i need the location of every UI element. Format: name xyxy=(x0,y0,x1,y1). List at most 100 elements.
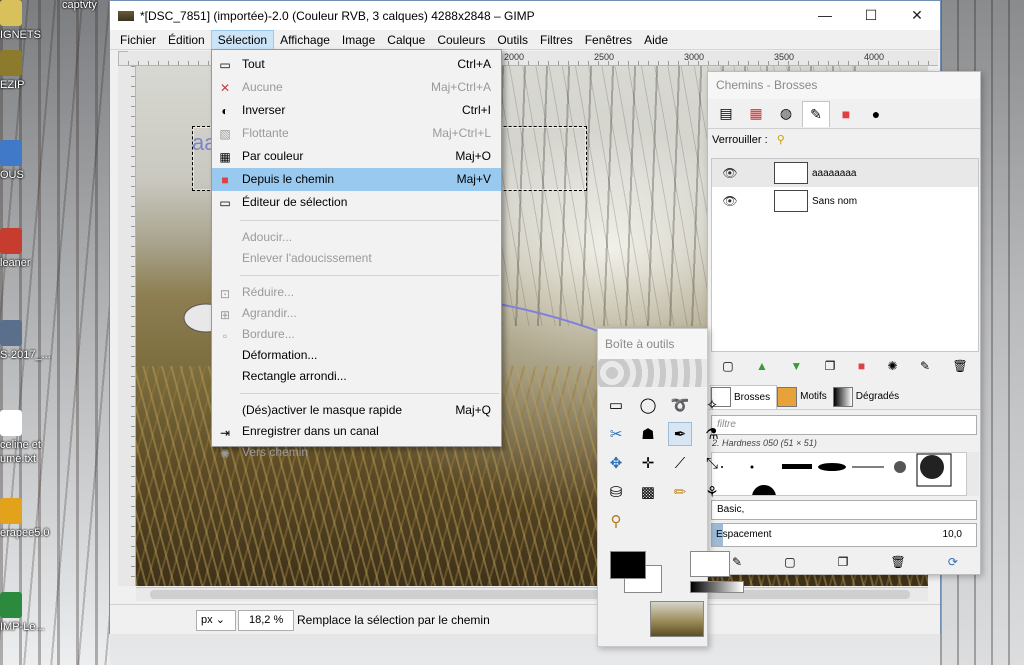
selection-menu-item[interactable]: ✕ Aucune Maj+Ctrl+A xyxy=(212,76,501,99)
tab-brushes[interactable]: ● xyxy=(862,101,890,127)
lock-icon[interactable]: ⚲ xyxy=(777,134,785,146)
menu-10[interactable]: Aide xyxy=(638,30,674,50)
selection-to-path-icon[interactable]: ✺ xyxy=(888,359,898,373)
transform-tool-icon[interactable]: ⤡ xyxy=(700,451,724,475)
pencil-tool-icon[interactable]: ✏ xyxy=(668,480,692,504)
tab-layers[interactable]: ▤ xyxy=(712,101,740,127)
desktop-label-captvty[interactable]: captvty xyxy=(62,0,112,12)
selection-menu-item[interactable]: ▭ Éditeur de sélection xyxy=(212,191,501,214)
zoom-select[interactable]: 18,2 % xyxy=(238,610,294,631)
close-button[interactable]: ✕ xyxy=(894,1,940,30)
move-tool-icon[interactable]: ✥ xyxy=(604,451,628,475)
duplicate-path-icon[interactable]: ❐ xyxy=(825,359,836,373)
brush-filter-input[interactable]: filtre xyxy=(711,415,977,435)
active-gradient-preview[interactable] xyxy=(690,581,744,593)
selection-menu-item[interactable]: ▭ Tout Ctrl+A xyxy=(212,53,501,76)
duplicate-brush-icon[interactable]: ❐ xyxy=(838,555,849,569)
foreground-select-tool-icon[interactable]: ☗ xyxy=(636,422,660,446)
selection-menu-item[interactable]: ▦ Par couleur Maj+O xyxy=(212,145,501,168)
menu-5[interactable]: Calque xyxy=(381,30,431,50)
eye-icon[interactable]: 👁 xyxy=(712,166,748,180)
bucket-fill-tool-icon[interactable]: ⛁ xyxy=(604,480,628,504)
maximize-button[interactable]: ☐ xyxy=(848,1,894,30)
new-brush-icon[interactable]: ▢ xyxy=(784,555,795,569)
lasso-tool-icon[interactable]: ➰ xyxy=(668,393,692,417)
clone-tool-icon[interactable]: ⚘ xyxy=(700,480,724,504)
selection-menu-item[interactable]: (Dés)activer le masque rapide Maj+Q xyxy=(212,400,501,421)
stamp-tool-icon[interactable]: ⚲ xyxy=(604,509,628,533)
tab-colors[interactable]: ■ xyxy=(832,101,860,127)
tab-paths[interactable]: ✎ xyxy=(802,100,830,127)
path-name[interactable]: Sans nom xyxy=(812,196,857,207)
path-to-selection-icon[interactable]: ■ xyxy=(858,359,865,373)
tab-undo[interactable]: ◍ xyxy=(772,101,800,127)
selection-menu-item[interactable]: ⇥ Enregistrer dans un canal xyxy=(212,421,501,442)
menu-0[interactable]: Fichier xyxy=(114,30,162,50)
brush-preset-select[interactable]: Basic, xyxy=(711,500,977,520)
selection-menu-item[interactable]: ⊞ Agrandir... xyxy=(212,303,501,324)
delete-path-icon[interactable]: 🗑 xyxy=(953,359,968,373)
new-path-icon[interactable]: ▢ xyxy=(722,359,733,373)
active-brush-preview[interactable] xyxy=(690,551,730,577)
desktop-icon[interactable]: OUS xyxy=(0,140,60,182)
tab-channels[interactable]: ▦ xyxy=(742,101,770,127)
horizontal-scrollbar[interactable] xyxy=(136,587,928,601)
brush-tab[interactable]: Dégradés xyxy=(832,385,905,409)
selection-menu-item[interactable]: ▧ Flottante Maj+Ctrl+L xyxy=(212,122,501,145)
menu-4[interactable]: Image xyxy=(336,30,381,50)
rect-select-tool-icon[interactable]: ▭ xyxy=(604,393,628,417)
menu-1[interactable]: Édition xyxy=(162,30,211,50)
menu-9[interactable]: Fenêtres xyxy=(579,30,638,50)
menu-7[interactable]: Outils xyxy=(491,30,534,50)
brush-scrollbar[interactable] xyxy=(967,452,979,496)
eye-icon[interactable]: 👁 xyxy=(712,194,748,208)
lower-path-icon[interactable]: ▼ xyxy=(790,359,802,373)
menu-6[interactable]: Couleurs xyxy=(431,30,491,50)
desktop-icon[interactable]: leaner xyxy=(0,228,60,270)
edit-brush-icon[interactable]: ✎ xyxy=(732,555,742,569)
scrollbar-thumb[interactable] xyxy=(150,590,910,599)
active-image-thumbnail[interactable] xyxy=(650,601,704,637)
selection-menu-item[interactable]: ⊡ Réduire... xyxy=(212,282,501,303)
fg-bg-colors[interactable] xyxy=(610,551,664,595)
selection-menu-item[interactable]: Adoucir... xyxy=(212,227,501,248)
delete-brush-icon[interactable]: 🗑 xyxy=(891,555,906,569)
desktop-icon[interactable]: S-2017_... xyxy=(0,320,60,362)
vertical-ruler[interactable] xyxy=(118,66,136,586)
desktop-icon[interactable]: celine et ume.txt xyxy=(0,410,60,466)
path-row[interactable]: 👁 Sans nom xyxy=(712,187,978,215)
path-name[interactable]: aaaaaaaa xyxy=(812,168,857,179)
color-picker-tool-icon[interactable]: ⚗ xyxy=(700,422,724,446)
selection-menu-item[interactable]: Déformation... xyxy=(212,345,501,366)
selection-menu-item[interactable]: Enlever l'adoucissement xyxy=(212,248,501,269)
menu-3[interactable]: Affichage xyxy=(274,30,336,50)
unit-select[interactable]: px ⌄ xyxy=(196,610,236,631)
menu-2[interactable]: Sélection xyxy=(210,29,275,50)
minimize-button[interactable]: — xyxy=(802,1,848,30)
desktop-icon[interactable]: IGNETS xyxy=(0,0,60,42)
foreground-color-swatch[interactable] xyxy=(610,551,646,579)
gradient-tool-icon[interactable]: ▩ xyxy=(636,480,660,504)
ellipse-select-tool-icon[interactable]: ◯ xyxy=(636,393,660,417)
raise-path-icon[interactable]: ▲ xyxy=(756,359,768,373)
selection-menu-item[interactable]: ◐ Inverser Ctrl+I xyxy=(212,99,501,122)
desktop-icon[interactable]: EZIP xyxy=(0,50,60,92)
selection-menu-item[interactable]: ✺ Vers chemin xyxy=(212,442,501,463)
selection-menu-item[interactable]: ■ Depuis le chemin Maj+V xyxy=(212,168,501,191)
path-row[interactable]: 👁 aaaaaaaa xyxy=(712,159,978,187)
fuzzy-select-tool-icon[interactable]: ✧ xyxy=(700,393,724,417)
selection-menu-item[interactable]: ▫ Bordure... xyxy=(212,324,501,345)
crop-tool-icon[interactable]: ⟋ xyxy=(668,451,692,475)
spacing-slider[interactable]: Espacement 10,0 xyxy=(711,523,977,547)
desktop-icon[interactable]: IMP-Le... xyxy=(0,592,60,634)
paths-tool-icon[interactable]: ✒ xyxy=(668,422,692,446)
refresh-brushes-icon[interactable]: ⟳ xyxy=(948,555,958,569)
scissors-tool-icon[interactable]: ✂ xyxy=(604,422,628,446)
selection-menu-item[interactable]: Rectangle arrondi... xyxy=(212,366,501,387)
align-tool-icon[interactable]: ✛ xyxy=(636,451,660,475)
brush-tab[interactable]: Motifs xyxy=(777,385,833,409)
menu-8[interactable]: Filtres xyxy=(534,30,579,50)
stroke-path-icon[interactable]: ✎ xyxy=(920,359,930,373)
desktop-icon[interactable]: erapee5.0 xyxy=(0,498,60,540)
brush-grid[interactable] xyxy=(711,452,967,496)
